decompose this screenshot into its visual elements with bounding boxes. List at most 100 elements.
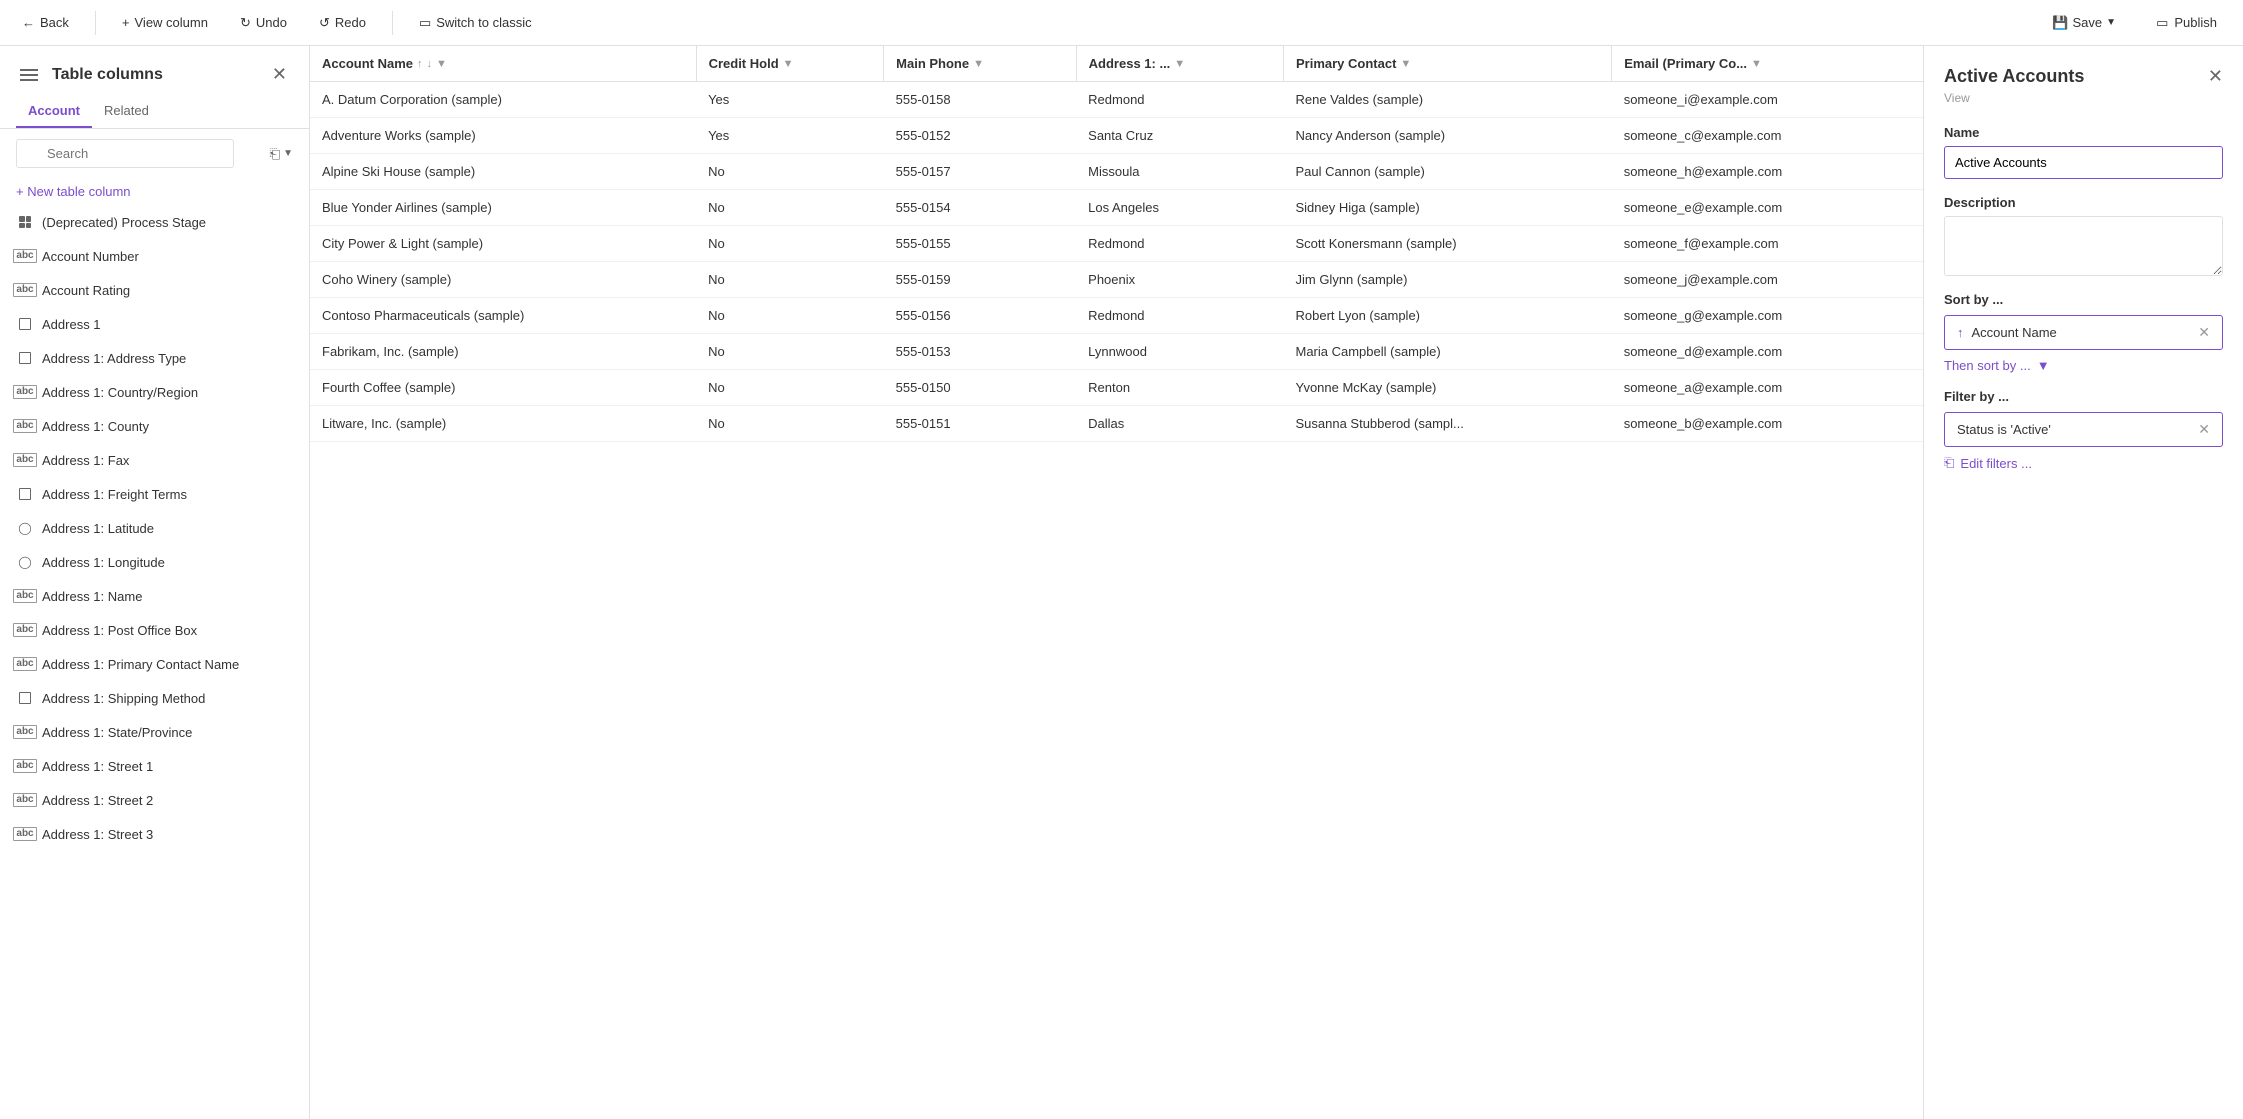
abc-icon: abc [16,791,34,809]
cell-address1: Missoula [1076,154,1283,190]
th-primary_contact[interactable]: Primary Contact▼ [1283,46,1611,82]
cell-credit_hold: No [696,298,884,334]
cell-account_name: Fourth Coffee (sample) [310,370,696,406]
column-name: Address 1: County [42,419,149,434]
table-row[interactable]: Litware, Inc. (sample)No555-0151DallasSu… [310,406,1923,442]
table-row[interactable]: Blue Yonder Airlines (sample)No555-0154L… [310,190,1923,226]
tab-related[interactable]: Related [92,95,161,128]
then-sort-label: Then sort by ... [1944,358,2031,373]
cell-main_phone: 555-0156 [884,298,1077,334]
abc-icon: abc [16,417,34,435]
filter-icon: ⎗ [269,146,280,162]
cell-email: someone_i@example.com [1612,82,1923,118]
column-item[interactable]: abcAddress 1: Post Office Box [0,613,309,647]
edit-filters-button[interactable]: ⎗ Edit filters ... [1944,455,2223,471]
cell-address1: Santa Cruz [1076,118,1283,154]
filter-item: Status is 'Active' ✕ [1944,412,2223,447]
table-row[interactable]: Fabrikam, Inc. (sample)No555-0153Lynnwoo… [310,334,1923,370]
th-address1[interactable]: Address 1: ...▼ [1076,46,1283,82]
column-item[interactable]: abcAccount Number [0,239,309,273]
th-label-main_phone: Main Phone [896,56,969,71]
cell-email: someone_j@example.com [1612,262,1923,298]
right-panel-close-button[interactable]: ✕ [2208,66,2223,87]
column-item[interactable]: Address 1: Shipping Method [0,681,309,715]
column-item[interactable]: Address 1: Address Type [0,341,309,375]
grid-icon [16,213,34,231]
column-name: Address 1: Address Type [42,351,186,366]
box-icon [16,485,34,503]
column-item[interactable]: abcAddress 1: Street 3 [0,817,309,851]
sort-remove-button[interactable]: ✕ [2198,324,2210,341]
cell-credit_hold: Yes [696,118,884,154]
cell-email: someone_h@example.com [1612,154,1923,190]
save-label: Save [2073,15,2103,30]
column-name: Address 1: Post Office Box [42,623,197,638]
name-input[interactable] [1944,146,2223,179]
switch-to-classic-button[interactable]: ▭ Switch to classic [413,11,538,35]
publish-button[interactable]: ▭ Publish [2146,11,2227,35]
table-row[interactable]: Contoso Pharmaceuticals (sample)No555-01… [310,298,1923,334]
cell-main_phone: 555-0150 [884,370,1077,406]
table-row[interactable]: Coho Winery (sample)No555-0159PhoenixJim… [310,262,1923,298]
column-name: Address 1: Street 2 [42,793,153,808]
description-textarea[interactable] [1944,216,2223,276]
column-name: Address 1: Name [42,589,142,604]
column-item[interactable]: Address 1: Freight Terms [0,477,309,511]
column-item[interactable]: abcAddress 1: Street 1 [0,749,309,783]
filter-button[interactable]: ⎗ ▼ [269,146,293,162]
filter-remove-button[interactable]: ✕ [2198,421,2210,438]
table-row[interactable]: Fourth Coffee (sample)No555-0150RentonYv… [310,370,1923,406]
cell-primary_contact: Jim Glynn (sample) [1283,262,1611,298]
tab-account[interactable]: Account [16,95,92,128]
cell-primary_contact: Yvonne McKay (sample) [1283,370,1611,406]
save-button[interactable]: 💾 Save ▼ [2042,11,2126,35]
column-item[interactable]: abcAddress 1: Country/Region [0,375,309,409]
divider-2 [392,11,393,35]
column-item[interactable]: abc Address 1: County [0,409,309,443]
table-row[interactable]: Adventure Works (sample)Yes555-0152Santa… [310,118,1923,154]
th-email[interactable]: Email (Primary Co...▼ [1612,46,1923,82]
then-sort-button[interactable]: Then sort by ... ▼ [1944,358,2223,373]
sort-item: ↑ Account Name ✕ [1944,315,2223,350]
cell-credit_hold: No [696,262,884,298]
right-panel-title: Active Accounts [1944,66,2084,87]
cell-address1: Lynnwood [1076,334,1283,370]
column-item[interactable]: (Deprecated) Process Stage [0,205,309,239]
th-credit_hold[interactable]: Credit Hold▼ [696,46,884,82]
column-item[interactable]: ◯Address 1: Longitude [0,545,309,579]
search-input[interactable] [16,139,234,168]
cell-email: someone_b@example.com [1612,406,1923,442]
back-button[interactable]: ← Back [16,11,75,34]
switch-label: Switch to classic [436,15,531,30]
box-icon [16,315,34,333]
column-item[interactable]: Address 1 [0,307,309,341]
column-item[interactable]: ◯Address 1: Latitude [0,511,309,545]
left-panel-header: Table columns ✕ [0,46,309,95]
column-item[interactable]: abcAddress 1: State/Province [0,715,309,749]
th-label-account_name: Account Name [322,56,413,71]
center-area[interactable]: Account Name↑↓▼Credit Hold▼Main Phone▼Ad… [310,46,1923,1119]
column-name: Address 1: Street 1 [42,759,153,774]
table-row[interactable]: A. Datum Corporation (sample)Yes555-0158… [310,82,1923,118]
cell-primary_contact: Paul Cannon (sample) [1283,154,1611,190]
column-item[interactable]: abc Address 1: Name [0,579,309,613]
left-panel-close-button[interactable]: ✕ [266,62,293,87]
abc-icon: abc [16,451,34,469]
th-account_name[interactable]: Account Name↑↓▼ [310,46,696,82]
th-main_phone[interactable]: Main Phone▼ [884,46,1077,82]
redo-button[interactable]: ↺ Redo [313,11,372,35]
box-icon [16,349,34,367]
view-column-button[interactable]: + View column [116,11,214,34]
new-table-column-button[interactable]: + New table column [0,178,309,205]
abc-icon: abc [16,587,34,605]
column-item[interactable]: abc Address 1: Street 2 [0,783,309,817]
table-row[interactable]: City Power & Light (sample)No555-0155Red… [310,226,1923,262]
column-item[interactable]: abcAddress 1: Primary Contact Name [0,647,309,681]
undo-label: Undo [256,15,287,30]
column-item[interactable]: abcAccount Rating [0,273,309,307]
table-row[interactable]: Alpine Ski House (sample)No555-0157Misso… [310,154,1923,190]
hamburger-icon[interactable] [16,65,42,85]
column-item[interactable]: abcAddress 1: Fax [0,443,309,477]
undo-button[interactable]: ↻ Undo [234,11,293,35]
cell-main_phone: 555-0152 [884,118,1077,154]
